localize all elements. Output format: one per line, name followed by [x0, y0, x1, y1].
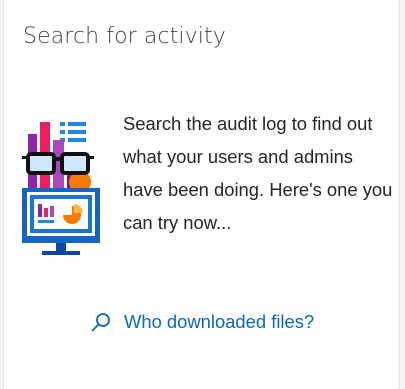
card-title: Search for activity [23, 24, 226, 49]
search-activity-card: Search for activity Search the audit log… [3, 0, 400, 389]
card-description: Search the audit log to find out what yo… [123, 113, 393, 233]
who-downloaded-files-link[interactable]: Who downloaded files? [90, 308, 314, 336]
search-icon [91, 313, 110, 332]
suggestion-label: Who downloaded files? [124, 311, 315, 332]
audit-log-illustration-icon [22, 122, 100, 255]
